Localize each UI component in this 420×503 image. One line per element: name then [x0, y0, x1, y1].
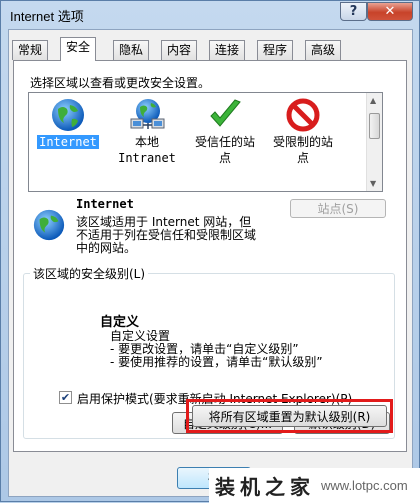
tab-general[interactable]: 常规: [12, 40, 49, 60]
tab-privacy[interactable]: 隐私: [113, 40, 150, 60]
zone-restricted-sites-label-2: 点: [296, 151, 309, 165]
zone-internet-label: Internet: [37, 135, 99, 149]
security-level-label: 该区域的安全级别(L): [30, 265, 149, 282]
zone-restricted-sites[interactable]: 受限制的站 点: [265, 97, 341, 165]
zone-list-scrollbar[interactable]: ▲ ▼: [366, 93, 382, 191]
close-button[interactable]: ✕: [367, 2, 413, 21]
selected-zone-globe-icon: [33, 209, 65, 241]
sites-button[interactable]: 站点(S): [290, 199, 386, 218]
tab-advanced[interactable]: 高级: [305, 40, 342, 60]
custom-level-title: 自定义: [100, 315, 140, 330]
scroll-thumb[interactable]: [369, 113, 380, 139]
checkmark-icon: ✔: [60, 391, 71, 404]
watermark-text: 装机之家: [215, 475, 315, 499]
zone-internet[interactable]: Internet: [30, 97, 106, 149]
scroll-up-icon[interactable]: ▲: [370, 96, 376, 105]
restricted-no-icon: [286, 98, 320, 132]
zone-local-intranet[interactable]: 本地 Intranet: [109, 97, 185, 165]
tab-security[interactable]: 安全: [60, 37, 97, 61]
zone-trusted-sites[interactable]: 受信任的站 点: [187, 97, 263, 165]
help-icon: ?: [349, 4, 358, 19]
selected-zone-name: Internet: [76, 197, 134, 211]
zone-list[interactable]: Internet 本地 Intranet 受信任的站 点 受限制的站 点 ▲ ▼: [28, 92, 383, 192]
zone-trusted-sites-label-2: 点: [218, 151, 231, 165]
reset-all-zones-button[interactable]: 将所有区域重置为默认级别(R): [192, 405, 387, 427]
close-icon: ✕: [384, 4, 396, 19]
tab-connections[interactable]: 连接: [209, 40, 246, 60]
watermark: 装机之家 www.lotpc.com: [209, 468, 420, 503]
protected-mode-checkbox[interactable]: ✔: [59, 391, 72, 404]
security-panel: 选择区域以查看或更改安全设置。 Internet 本地 Intranet 受信任…: [13, 60, 407, 452]
zone-trusted-sites-label: 受信任的站: [194, 135, 255, 149]
scroll-down-icon[interactable]: ▼: [370, 179, 376, 188]
zone-local-intranet-label: 本地: [134, 135, 159, 149]
zone-prompt: 选择区域以查看或更改安全设置。: [30, 76, 211, 90]
tab-content[interactable]: 内容: [161, 40, 198, 60]
title-bar[interactable]: Internet 选项 ? ✕: [1, 1, 419, 29]
selected-zone-description: 该区域适用于 Internet 网站，但 不适用于列在受信任和受限制区域 中的网…: [76, 216, 256, 255]
zone-local-intranet-label-2: Intranet: [118, 151, 176, 165]
window-title: Internet 选项: [10, 9, 84, 24]
globe-icon: [52, 99, 84, 131]
custom-level-description: 自定义设置 - 要更改设置，请单击“自定义级别” - 要使用推荐的设置，请单击“…: [110, 330, 323, 369]
zone-restricted-sites-label: 受限制的站: [272, 135, 333, 149]
custom-desc-line: - 要使用推荐的设置，请单击“默认级别”: [110, 355, 323, 369]
zone-desc-line: 中的网站。: [76, 241, 137, 255]
local-intranet-icon: [130, 99, 165, 129]
watermark-url: www.lotpc.com: [321, 478, 408, 493]
internet-options-window: Internet 选项 ? ✕ 常规 安全 隐私 内容 连接 程序 高级 选择区…: [0, 0, 420, 503]
trusted-check-icon: [210, 99, 241, 127]
tab-programs[interactable]: 程序: [257, 40, 294, 60]
help-button[interactable]: ?: [340, 2, 367, 21]
